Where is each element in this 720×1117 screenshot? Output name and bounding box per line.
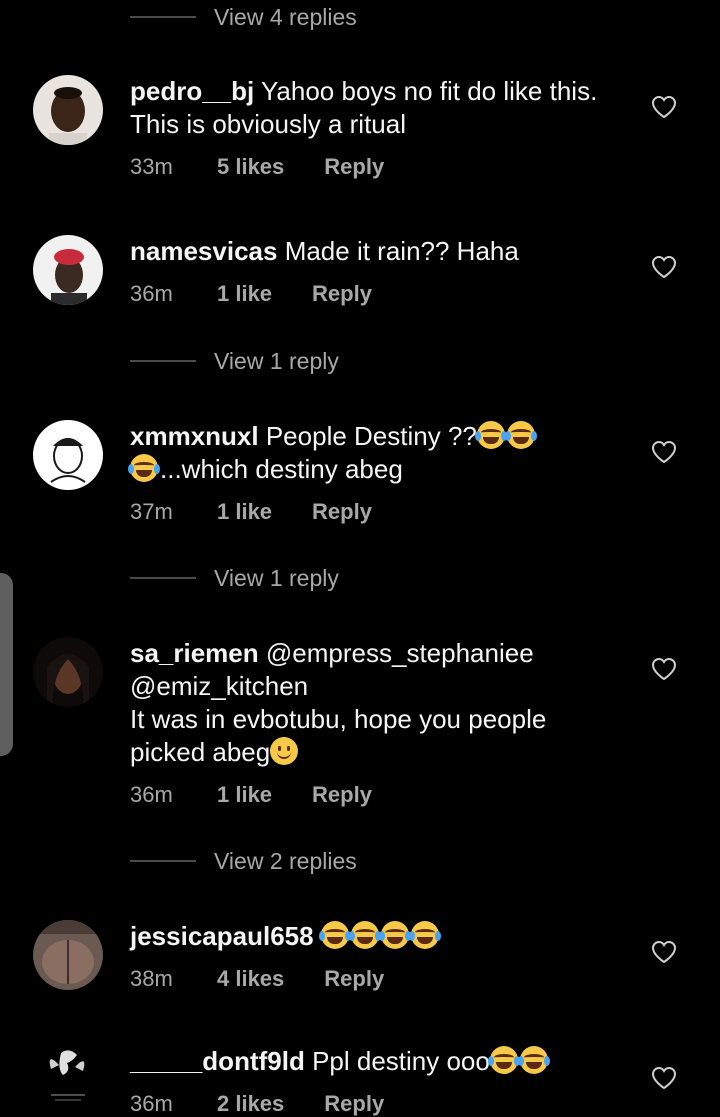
face-with-tears-of-joy-icon bbox=[517, 1046, 550, 1074]
comment-likes[interactable]: 4 likes bbox=[217, 966, 284, 992]
comment-text: pedro__bj Yahoo boys no fit do like this… bbox=[130, 75, 628, 141]
comment-text: _____dontf9ld Ppl destiny ooo bbox=[130, 1045, 628, 1078]
reply-button[interactable]: Reply bbox=[312, 499, 372, 525]
comment-body-line: Yahoo boys no fit do like this. bbox=[261, 76, 598, 106]
comment-timestamp: 36m bbox=[130, 782, 173, 807]
view-replies-button[interactable]: View 4 replies bbox=[130, 0, 357, 34]
comment-timestamp: 36m bbox=[130, 281, 173, 306]
avatar[interactable] bbox=[33, 1045, 103, 1115]
comment-meta: 36m 2 likes Reply bbox=[130, 1091, 628, 1117]
comment-username[interactable]: jessicapaul658 bbox=[130, 921, 314, 951]
view-replies-label: View 4 replies bbox=[214, 3, 357, 30]
comment-text: sa_riemen @empress_stephaniee @emiz_kitc… bbox=[130, 637, 628, 769]
view-replies-button[interactable]: View 1 reply bbox=[130, 344, 339, 378]
like-heart-icon[interactable] bbox=[651, 940, 677, 964]
avatar[interactable] bbox=[33, 235, 103, 305]
comment-body-line: People Destiny ?? bbox=[265, 421, 477, 451]
comment-body-line: ...which destiny abeg bbox=[160, 454, 403, 484]
comment-likes[interactable]: 1 like bbox=[217, 499, 272, 525]
reply-button[interactable]: Reply bbox=[312, 782, 372, 808]
divider-line bbox=[130, 577, 196, 579]
reply-button[interactable]: Reply bbox=[324, 154, 384, 180]
avatar[interactable] bbox=[33, 75, 103, 145]
comment-meta: 36m 1 like Reply bbox=[130, 281, 628, 307]
view-replies-label: View 2 replies bbox=[214, 847, 357, 874]
comment-likes[interactable]: 1 like bbox=[217, 281, 272, 307]
comment-meta: 33m 5 likes Reply bbox=[130, 154, 628, 180]
comment-username[interactable]: sa_riemen bbox=[130, 638, 259, 668]
view-replies-button[interactable]: View 1 reply bbox=[130, 561, 339, 595]
divider-line bbox=[130, 860, 196, 862]
face-with-tears-of-joy-icon bbox=[504, 421, 537, 449]
comment-meta: 38m 4 likes Reply bbox=[130, 966, 628, 992]
comment-likes[interactable]: 5 likes bbox=[217, 154, 284, 180]
divider-line bbox=[130, 16, 196, 18]
avatar[interactable] bbox=[33, 637, 103, 707]
face-with-tears-of-joy-icon bbox=[128, 454, 160, 482]
like-heart-icon[interactable] bbox=[651, 1066, 677, 1090]
comment-text: namesvicas Made it rain?? Haha bbox=[130, 235, 628, 268]
comment-username[interactable]: _____dontf9ld bbox=[130, 1046, 305, 1076]
comment-timestamp: 36m bbox=[130, 1091, 173, 1116]
reply-button[interactable]: Reply bbox=[324, 1091, 384, 1117]
like-heart-icon[interactable] bbox=[651, 95, 677, 119]
face-with-tears-of-joy-icon bbox=[378, 921, 411, 949]
comment-username[interactable]: pedro__bj bbox=[130, 76, 254, 106]
comment-timestamp: 33m bbox=[130, 154, 173, 179]
face-with-tears-of-joy-icon bbox=[487, 1046, 520, 1074]
comment-likes[interactable]: 1 like bbox=[217, 782, 272, 808]
comment-body-line: This is obviously a ritual bbox=[130, 109, 406, 139]
like-heart-icon[interactable] bbox=[651, 255, 677, 279]
view-replies-label: View 1 reply bbox=[214, 347, 339, 374]
comment-body-line: Made it rain?? Haha bbox=[284, 236, 519, 266]
comment-body-line: Ppl destiny ooo bbox=[312, 1046, 490, 1076]
comment-text: jessicapaul658 bbox=[130, 920, 628, 953]
comment-body-line: It was in evbotubu, hope you people bbox=[130, 704, 547, 734]
avatar[interactable] bbox=[33, 920, 103, 990]
view-replies-label: View 1 reply bbox=[214, 564, 339, 591]
comment-timestamp: 37m bbox=[130, 499, 173, 524]
slightly-smiling-face-icon bbox=[270, 737, 299, 765]
reply-button[interactable]: Reply bbox=[312, 281, 372, 307]
mention-link[interactable]: @empress_stephaniee bbox=[266, 638, 534, 668]
face-with-tears-of-joy-icon bbox=[408, 921, 441, 949]
comment-text: xmmxnuxl People Destiny ?? ...which dest… bbox=[128, 420, 628, 486]
avatar[interactable] bbox=[33, 420, 103, 490]
view-replies-button[interactable]: View 2 replies bbox=[130, 844, 357, 878]
comment-body-line: picked abeg bbox=[130, 737, 271, 767]
comment-username[interactable]: namesvicas bbox=[130, 236, 277, 266]
face-with-tears-of-joy-icon bbox=[474, 421, 507, 449]
comment-meta: 37m 1 like Reply bbox=[130, 499, 628, 525]
comment-likes[interactable]: 2 likes bbox=[217, 1091, 284, 1117]
like-heart-icon[interactable] bbox=[651, 657, 677, 681]
face-with-tears-of-joy-icon bbox=[348, 921, 381, 949]
divider-line bbox=[130, 360, 196, 362]
comment-timestamp: 38m bbox=[130, 966, 173, 991]
like-heart-icon[interactable] bbox=[651, 440, 677, 464]
reply-button[interactable]: Reply bbox=[324, 966, 384, 992]
comment-meta: 36m 1 like Reply bbox=[130, 782, 628, 808]
comment-username[interactable]: xmmxnuxl bbox=[130, 421, 259, 451]
face-with-tears-of-joy-icon bbox=[318, 921, 351, 949]
scrollbar-handle[interactable] bbox=[0, 573, 13, 756]
mention-link[interactable]: @emiz_kitchen bbox=[130, 671, 308, 701]
